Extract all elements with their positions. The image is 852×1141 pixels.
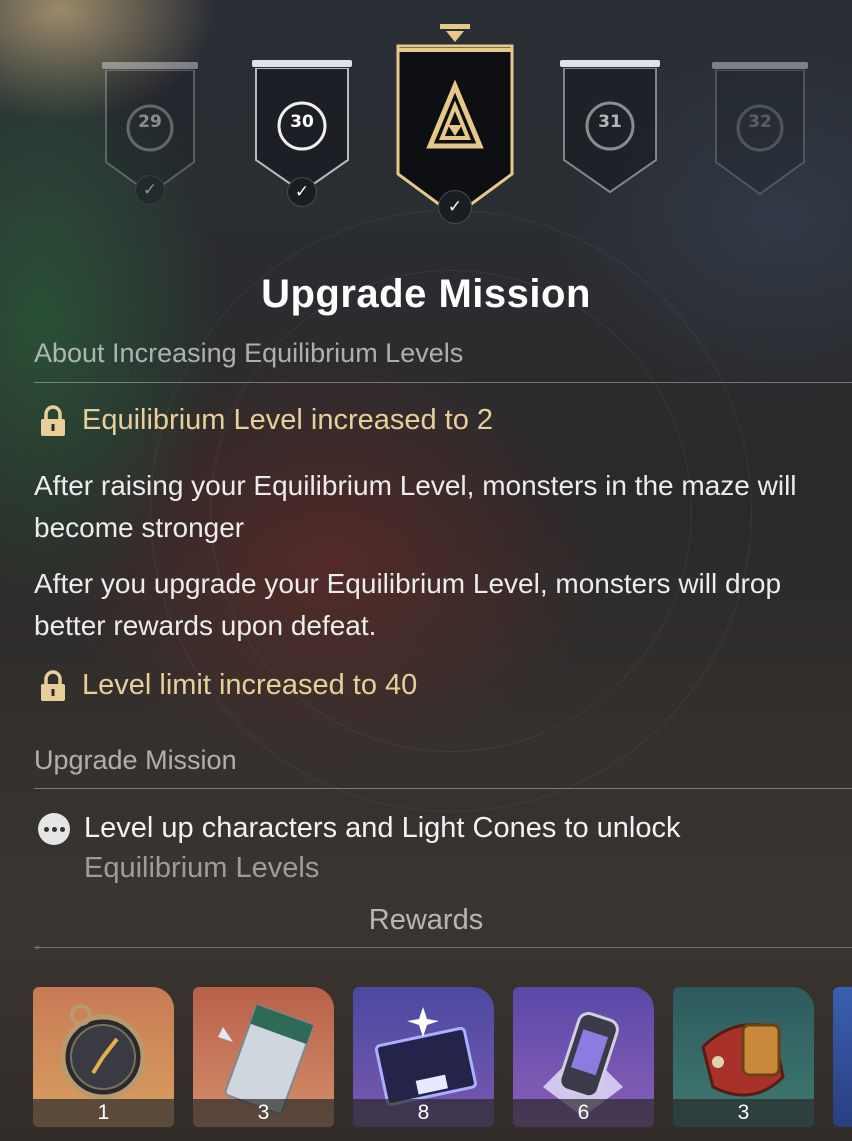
unlock-text: Equilibrium Level increased to 2 [82,404,494,436]
level-badge-32[interactable]: 32 [712,62,808,202]
mission-text-line: Equilibrium Levels [84,852,320,884]
badge-level-number: 31 [598,112,622,132]
rewards-heading: Rewards [368,904,484,936]
unlock-text: Level limit increased to 40 [82,669,418,701]
description-paragraph: After raising your Equilibrium Level, mo… [34,470,797,543]
check-icon: ✓ [287,177,317,207]
unlock-level-limit: Level limit increased to 40 [38,669,417,702]
reward-item-partial[interactable] [833,987,852,1127]
lock-icon [41,404,65,436]
reward-count: 1 [33,1099,174,1127]
divider [34,788,852,789]
divider-ornament-icon: ◦ [34,941,42,955]
level-badge-31[interactable]: 31 [560,60,660,200]
mission-text-line: Level up characters and Light Cones to u… [84,812,681,844]
check-icon: ✓ [135,175,165,205]
badge-level-number: 30 [290,112,314,132]
mission-item: Level up characters and Light Cones to u… [38,808,838,888]
divider [34,382,852,383]
description-paragraph: After you upgrade your Equilibrium Level… [34,568,782,641]
badge-bar [712,62,808,69]
reward-item-canister[interactable]: 6 [513,987,654,1127]
level-badge-29[interactable]: 29 ✓ [102,62,198,205]
reward-count: 3 [193,1099,334,1127]
lock-icon [41,669,65,701]
reward-item-pocket-watch[interactable]: 1 [33,987,174,1127]
reward-count: 6 [513,1099,654,1127]
reward-count: 8 [353,1099,494,1127]
in-progress-icon [38,813,70,845]
reward-item-gauntlet[interactable]: 3 [673,987,814,1127]
shield-icon [563,68,657,194]
badge-bar [560,60,660,67]
badge-bar [252,60,352,67]
level-badge-selected[interactable]: ✓ [396,24,514,224]
reward-count: 3 [673,1099,814,1127]
mission-section-heading: Upgrade Mission [34,745,237,775]
page-title: Upgrade Mission [261,272,591,316]
about-section-heading: About Increasing Equilibrium Levels [34,338,464,368]
check-icon: ✓ [438,190,472,224]
unlock-equilibrium-level: Equilibrium Level increased to 2 [38,404,493,437]
badge-bar [102,62,198,69]
reward-item-ticket[interactable]: 3 [193,987,334,1127]
badge-level-number: 29 [138,112,162,132]
divider [34,947,852,948]
badge-level-number: 32 [748,112,772,132]
shield-icon [715,70,805,196]
reward-item-book[interactable]: 8 [353,987,494,1127]
level-badge-30[interactable]: 30 ✓ [252,60,352,207]
